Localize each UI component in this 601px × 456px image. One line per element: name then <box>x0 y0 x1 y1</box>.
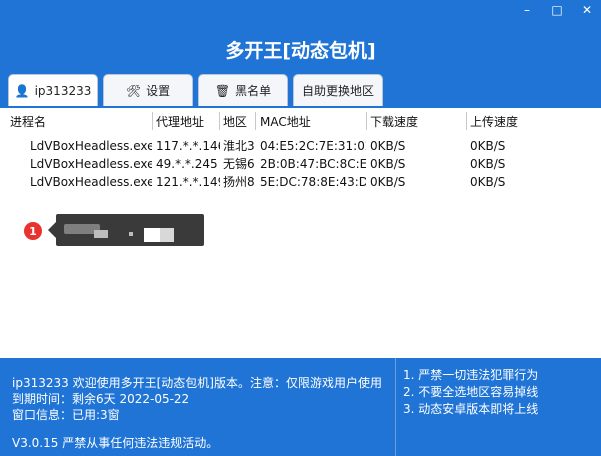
col-header-proxy[interactable]: 代理地址 <box>156 108 204 134</box>
cell-process: LdVBoxHeadless.exe <box>30 175 152 189</box>
cell-mac: 04:E5:2C:7E:31:02 <box>260 139 366 153</box>
trash-icon: 🗑 <box>214 83 231 98</box>
app-window: – □ ✕ 多开王[动态包机] 👤 ip313233 🛠 设置 🗑 黑名单 自助… <box>0 0 601 456</box>
version-text: V3.0.15 严禁从事任何违法违规活动。 <box>12 436 219 450</box>
cell-upload: 0KB/S <box>470 175 506 189</box>
cell-mac: 5E:DC:78:8E:43:D9 <box>260 175 366 189</box>
cell-process: LdVBoxHeadless.exe <box>30 157 152 171</box>
cell-region: 无锡6 <box>223 157 255 171</box>
table-row[interactable]: LdVBoxHeadless.exe 117.*.*.146 淮北3 04:E5… <box>0 136 601 156</box>
cell-proxy: 117.*.*.146 <box>156 139 220 153</box>
maximize-button[interactable]: □ <box>549 2 565 18</box>
tools-icon: 🛠 <box>125 83 142 98</box>
window-info-text: 窗口信息：已用:3窗 <box>12 408 120 422</box>
cell-upload: 0KB/S <box>470 139 506 153</box>
notice-2: 2. 不要全选地区容易掉线 <box>403 385 539 399</box>
cell-download: 0KB/S <box>370 139 406 153</box>
tab-settings-label: 设置 <box>146 84 171 98</box>
annotation-badge: 1 <box>24 222 42 240</box>
cell-process: LdVBoxHeadless.exe <box>30 139 152 153</box>
col-header-mac[interactable]: MAC地址 <box>260 108 311 134</box>
tooltip-arrow <box>48 222 56 238</box>
cell-mac: 2B:0B:47:BC:8C:E0 <box>260 157 366 171</box>
window-controls: – □ ✕ <box>519 2 595 18</box>
user-icon: 👤 <box>14 83 30 98</box>
cell-download: 0KB/S <box>370 175 406 189</box>
notice-1: 1. 严禁一切违法犯罪行为 <box>403 368 539 382</box>
tab-blacklist-label: 黑名单 <box>235 84 272 98</box>
notice-3: 3. 动态安卓版本即将上线 <box>403 402 539 416</box>
cell-proxy: 121.*.*.149 <box>156 175 220 189</box>
col-header-process[interactable]: 进程名 <box>10 108 46 134</box>
table-row[interactable]: LdVBoxHeadless.exe 49.*.*.245 无锡6 2B:0B:… <box>0 154 601 174</box>
col-header-upload[interactable]: 上传速度 <box>470 108 518 134</box>
minimize-button[interactable]: – <box>519 2 535 18</box>
cell-region: 扬州8 <box>223 175 255 189</box>
tab-change-region[interactable]: 自助更换地区 <box>293 74 383 106</box>
col-header-download[interactable]: 下载速度 <box>370 108 418 134</box>
app-title: 多开王[动态包机] <box>225 40 376 62</box>
tab-account[interactable]: 👤 ip313233 <box>8 74 98 106</box>
tab-bar: 👤 ip313233 🛠 设置 🗑 黑名单 自助更换地区 <box>8 74 383 106</box>
redacted-tooltip <box>56 214 204 246</box>
cell-download: 0KB/S <box>370 157 406 171</box>
col-header-region[interactable]: 地区 <box>223 108 247 134</box>
tab-settings[interactable]: 🛠 设置 <box>103 74 193 106</box>
expiry-text: 到期时间：剩余6天 2022-05-22 <box>12 392 190 406</box>
title-bar: – □ ✕ 多开王[动态包机] 👤 ip313233 🛠 设置 🗑 黑名单 自助… <box>0 0 601 108</box>
status-footer: ip313233 欢迎使用多开王[动态包机]版本。注意：仅限游戏用户使用 到期时… <box>0 358 601 456</box>
close-button[interactable]: ✕ <box>579 2 595 18</box>
tab-blacklist[interactable]: 🗑 黑名单 <box>198 74 288 106</box>
welcome-text: ip313233 欢迎使用多开王[动态包机]版本。注意：仅限游戏用户使用 <box>12 376 382 390</box>
tab-change-region-label: 自助更换地区 <box>301 84 374 98</box>
cell-region: 淮北3 <box>223 139 255 153</box>
cell-upload: 0KB/S <box>470 157 506 171</box>
cell-proxy: 49.*.*.245 <box>156 157 218 171</box>
table-row[interactable]: LdVBoxHeadless.exe 121.*.*.149 扬州8 5E:DC… <box>0 172 601 192</box>
tab-account-label: ip313233 <box>34 83 92 98</box>
